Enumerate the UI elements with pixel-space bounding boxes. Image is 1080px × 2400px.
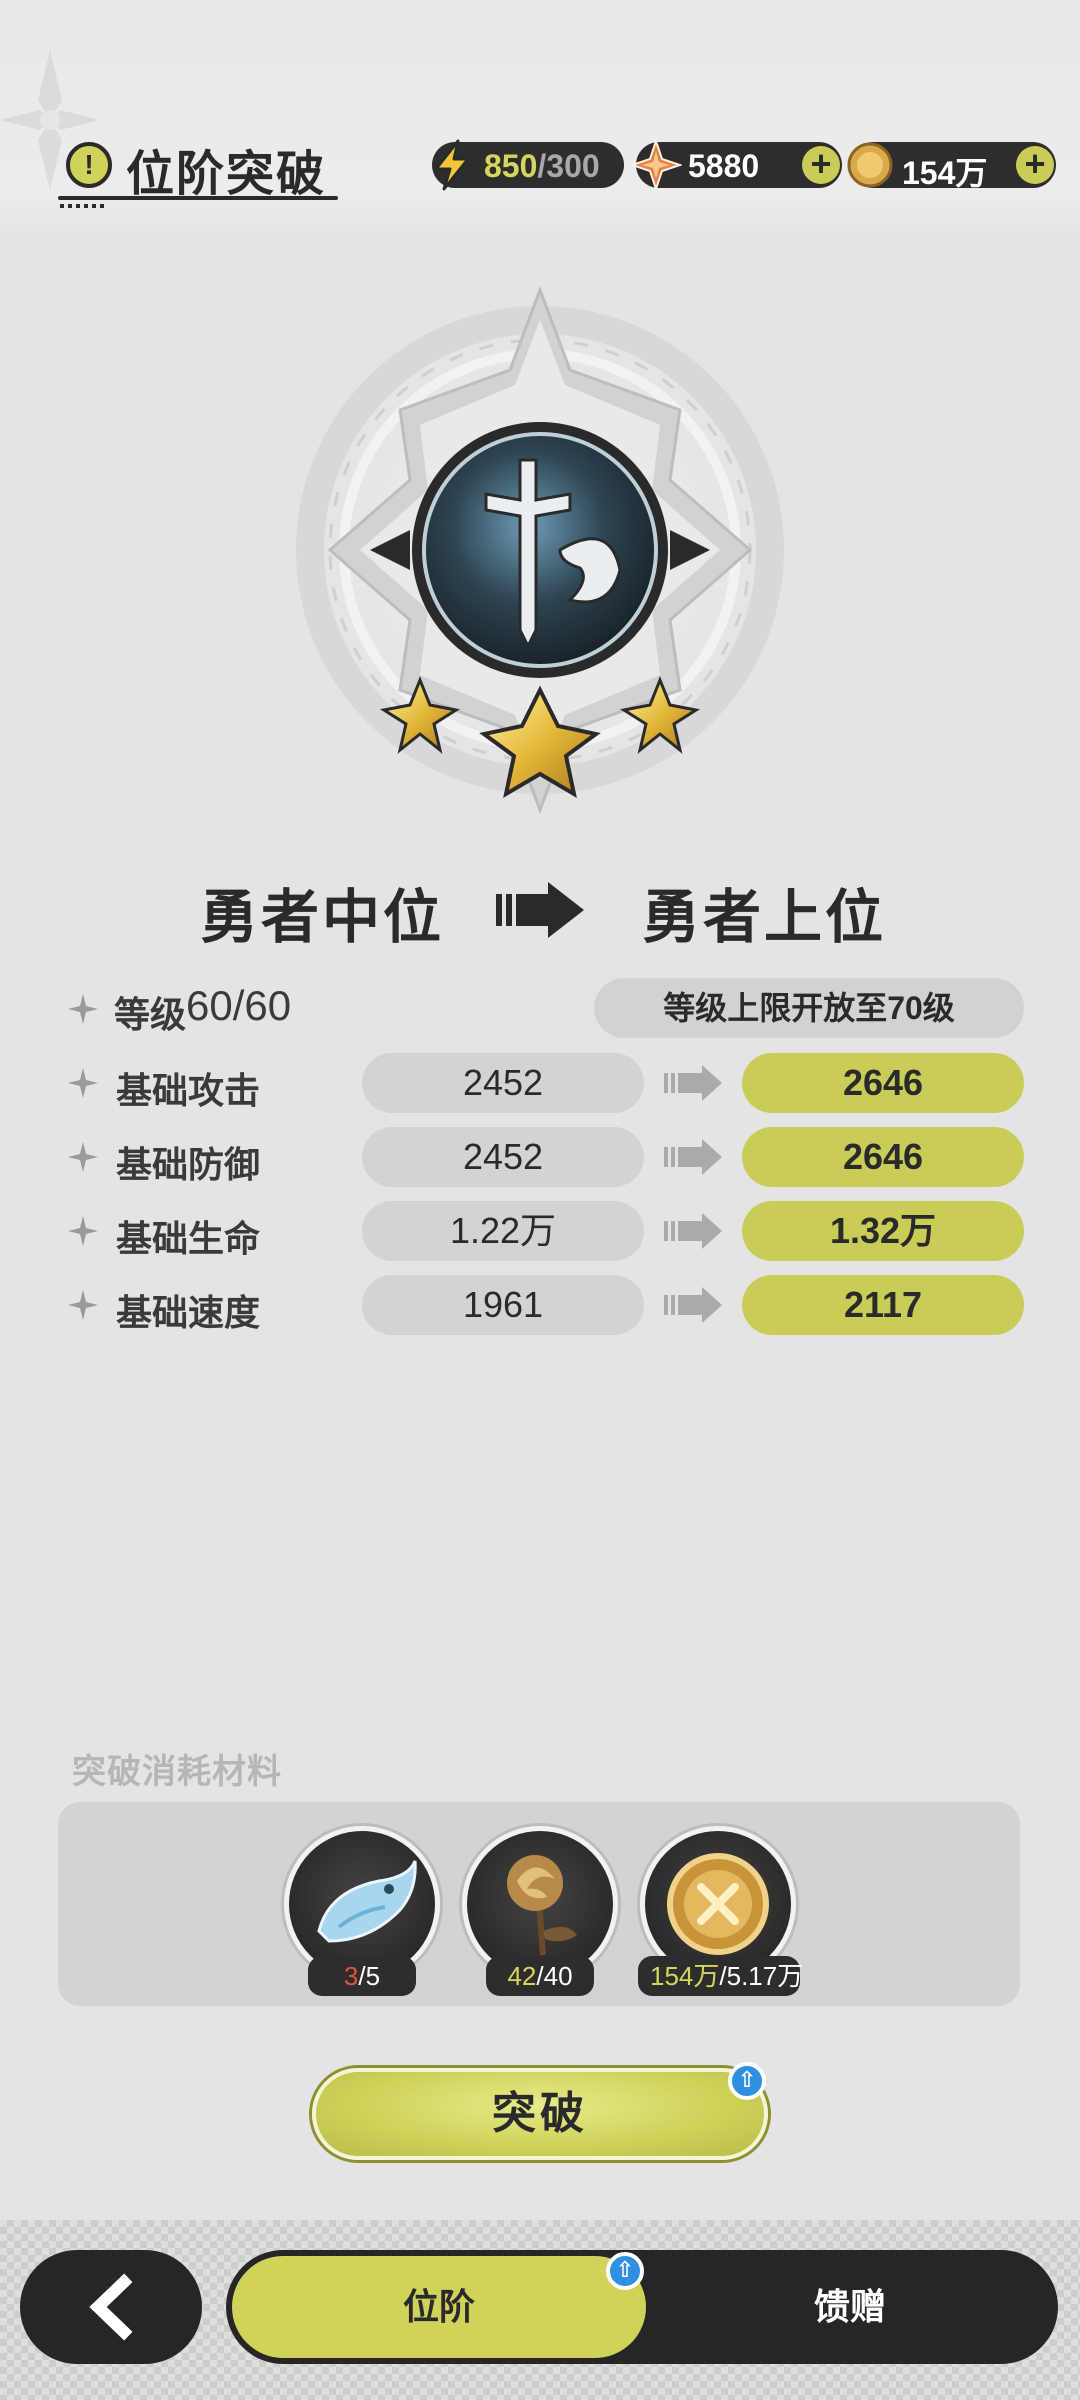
crystal-icon — [628, 137, 684, 193]
exclamation-icon[interactable]: ! — [66, 142, 112, 188]
coin-counter[interactable]: 154万 + — [847, 142, 1056, 191]
back-button[interactable] — [20, 2250, 202, 2364]
rank-next: 勇者上位 — [642, 885, 887, 950]
crystal-value: 5880 — [688, 148, 760, 184]
arrow-right-icon — [664, 1065, 722, 1101]
stamina-separator: / — [537, 148, 547, 184]
coin-plus-icon[interactable]: + — [1016, 146, 1054, 184]
material-count-rose: 42/40 — [486, 1956, 594, 1996]
coin-value: 154万 — [902, 155, 988, 191]
stat-label-hp: 基础生命 — [116, 1218, 261, 1259]
level-label: 等级 — [114, 994, 187, 1035]
level-value: 60/60 — [186, 982, 292, 1029]
material-slot-rose[interactable]: 42/40 — [462, 1826, 618, 1996]
rank-current: 勇者中位 — [200, 885, 445, 950]
tab-rank[interactable]: 位阶 — [232, 2256, 646, 2358]
stat-old-hp: 1.22万 — [362, 1201, 644, 1261]
back-arrow-icon — [89, 2273, 133, 2341]
page-title: 位阶突破 — [126, 148, 327, 201]
sparkle-icon — [68, 1142, 98, 1172]
breakthrough-button[interactable]: 突破 — [312, 2068, 768, 2160]
title-underline — [58, 196, 338, 200]
sparkle-icon — [68, 994, 98, 1024]
stat-new-attack: 2646 — [742, 1053, 1024, 1113]
material-slot-fish[interactable]: 3/5 — [284, 1826, 440, 1996]
arrow-right-icon — [664, 1213, 722, 1249]
arrow-right-icon — [496, 882, 584, 938]
stat-old-attack: 2452 — [362, 1053, 644, 1113]
stamina-max: 300 — [546, 148, 600, 184]
upgrade-badge-icon: ⇧ — [728, 2062, 766, 2100]
title-dots — [60, 204, 108, 208]
stat-new-hp: 1.32万 — [742, 1201, 1024, 1261]
stat-label-attack: 基础攻击 — [116, 1070, 261, 1111]
sword-rank-emblem-icon — [250, 260, 830, 840]
tab-gift[interactable]: 馈赠 — [650, 2256, 1050, 2358]
arrow-right-icon — [664, 1139, 722, 1175]
material-count-fish: 3/5 — [308, 1956, 416, 1996]
materials-title: 突破消耗材料 — [72, 1753, 282, 1791]
stat-label-speed: 基础速度 — [116, 1292, 261, 1333]
upgrade-badge-icon: ⇧ — [606, 2252, 644, 2290]
level-cap-note: 等级上限开放至70级 — [594, 978, 1024, 1038]
stamina-current: 850 — [484, 148, 538, 184]
stamina-counter[interactable]: 850/300 — [432, 139, 624, 191]
stat-label-defense: 基础防御 — [116, 1144, 261, 1185]
arrow-right-icon — [664, 1287, 722, 1323]
stat-old-speed: 1961 — [362, 1275, 644, 1335]
crystal-plus-icon[interactable]: + — [802, 146, 840, 184]
material-count-coin: 154万/5.17万 — [638, 1956, 803, 1996]
stat-new-speed: 2117 — [742, 1275, 1024, 1335]
sparkle-icon — [68, 1290, 98, 1320]
stat-old-defense: 2452 — [362, 1127, 644, 1187]
crystal-counter[interactable]: 5880 + — [630, 139, 842, 191]
coin-icon — [842, 137, 898, 193]
page-title-group: ! 位阶突破 — [58, 128, 338, 208]
stat-new-defense: 2646 — [742, 1127, 1024, 1187]
sparkle-icon — [68, 1216, 98, 1246]
lightning-icon — [424, 137, 480, 193]
material-slot-coin[interactable]: 154万/5.17万 — [638, 1826, 803, 1996]
sparkle-icon — [68, 1068, 98, 1098]
